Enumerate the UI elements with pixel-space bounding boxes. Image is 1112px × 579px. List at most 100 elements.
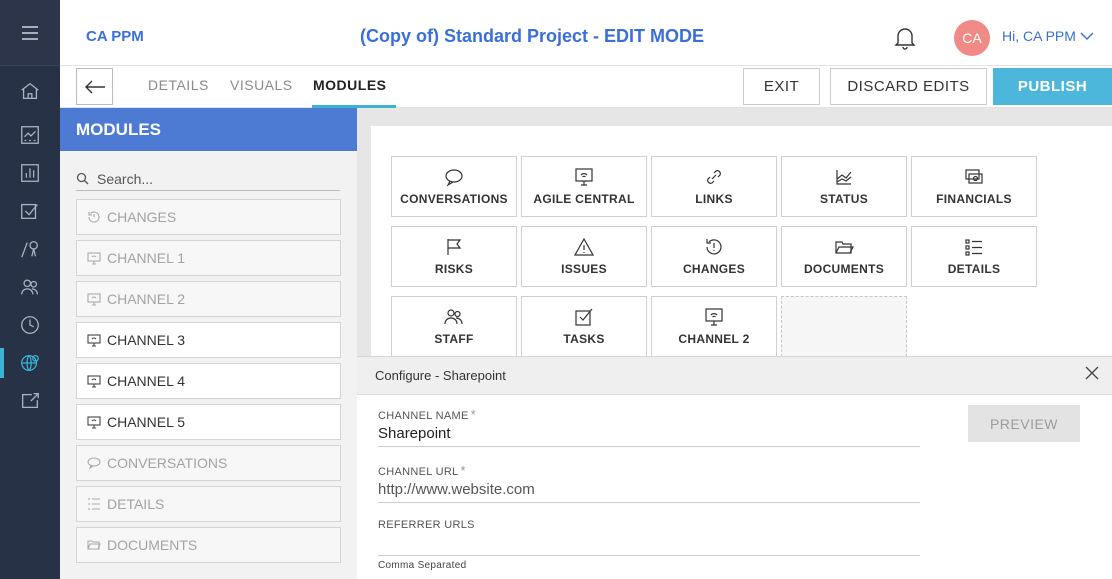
rail-item-export[interactable]	[0, 382, 60, 420]
greeting-text: Hi, CA PPM	[1002, 28, 1076, 44]
brand-name[interactable]: CA PPM	[86, 28, 144, 45]
tile-status[interactable]: STATUS	[781, 156, 907, 217]
channel-icon	[87, 375, 101, 388]
warning-icon	[574, 237, 594, 256]
channel-icon	[87, 252, 101, 265]
referrer-urls-field[interactable]	[378, 537, 920, 556]
globe-gear-icon	[21, 355, 39, 371]
tile-agile-central[interactable]: AGILE CENTRAL	[521, 156, 647, 217]
rail-item-resources[interactable]	[0, 268, 60, 306]
folder-icon	[835, 241, 854, 254]
tile-channel-2[interactable]: CHANNEL 2	[651, 296, 777, 357]
discard-edits-button[interactable]: DISCARD EDITS	[830, 68, 987, 105]
list-item[interactable]: CHANNEL 3	[76, 322, 341, 358]
referrer-urls-label: REFERRER URLS	[378, 519, 475, 531]
chart-icon	[836, 170, 852, 185]
monitor-wifi-icon	[575, 168, 593, 186]
rail-item-dashboard[interactable]	[0, 116, 60, 154]
menu-button[interactable]	[0, 0, 60, 66]
module-grid: CONVERSATIONS AGILE CENTRAL LINKS STATUS…	[371, 126, 1112, 376]
tile-documents[interactable]: DOCUMENTS	[781, 226, 907, 287]
modules-panel: MODULES Search... CHANGES CHANNEL 1 CHAN…	[60, 108, 357, 579]
documents-icon	[87, 540, 101, 550]
rail-item-tasks[interactable]	[0, 192, 60, 230]
module-list: CHANGES CHANNEL 1 CHANNEL 2 CHANNEL 3 CH…	[76, 199, 341, 568]
empty-slot[interactable]	[781, 296, 907, 357]
page-title: (Copy of) Standard Project - EDIT MODE	[360, 26, 705, 46]
channel-url-label: CHANNEL URL *	[378, 463, 466, 478]
left-rail	[0, 0, 60, 579]
close-icon	[1085, 366, 1099, 380]
list-item[interactable]: CHANNEL 2	[76, 281, 341, 317]
search-input[interactable]: Search...	[76, 167, 340, 191]
hamburger-icon	[22, 25, 38, 40]
channel-url-field[interactable]: http://www.website.com	[378, 481, 920, 503]
clock-icon	[21, 316, 39, 334]
channel-icon	[87, 416, 101, 429]
tile-staff[interactable]: STAFF	[391, 296, 517, 357]
dashboard-icon	[21, 126, 39, 144]
link-icon	[707, 170, 721, 184]
tab-details[interactable]: DETAILS	[148, 77, 209, 93]
tile-details[interactable]: DETAILS	[911, 226, 1037, 287]
list-item[interactable]: CHANGES	[76, 199, 341, 235]
arrow-left-icon	[84, 80, 105, 93]
rail-item-roadmap[interactable]	[0, 230, 60, 268]
channel-name-field[interactable]: Sharepoint	[378, 425, 920, 447]
channel-name-label: CHANNEL NAME *	[378, 407, 476, 422]
exit-button[interactable]: EXIT	[743, 68, 820, 105]
user-menu[interactable]: Hi, CA PPM	[1002, 28, 1094, 44]
notifications-button[interactable]	[894, 26, 916, 50]
speech-bubble-icon	[445, 169, 463, 187]
avatar[interactable]: CA	[954, 20, 990, 56]
search-icon	[76, 172, 89, 185]
tile-issues[interactable]: ISSUES	[521, 226, 647, 287]
tile-tasks[interactable]: TASKS	[521, 296, 647, 357]
changes-icon	[706, 239, 722, 255]
back-button[interactable]	[76, 68, 113, 105]
close-button[interactable]	[1084, 365, 1100, 381]
tab-modules[interactable]: MODULES	[313, 77, 387, 93]
tile-risks[interactable]: RISKS	[391, 226, 517, 287]
publish-button[interactable]: PUBLISH	[993, 68, 1112, 105]
search-placeholder: Search...	[97, 170, 154, 187]
configure-title: Configure - Sharepoint	[357, 357, 1112, 395]
details-icon	[88, 498, 100, 510]
list-item[interactable]: CONVERSATIONS	[76, 445, 341, 481]
list-item[interactable]: CHANNEL 4	[76, 363, 341, 399]
list-item[interactable]: CHANNEL 5	[76, 404, 341, 440]
rail-item-global[interactable]	[0, 344, 60, 382]
chevron-down-icon	[1080, 32, 1094, 40]
rail-item-home[interactable]	[0, 72, 60, 110]
list-item[interactable]: DETAILS	[76, 486, 341, 522]
people-icon	[21, 279, 38, 295]
location-icon	[21, 241, 38, 258]
bell-icon	[894, 28, 916, 50]
list-item[interactable]: DOCUMENTS	[76, 527, 341, 563]
home-icon	[21, 82, 39, 99]
list-item[interactable]: CHANNEL 1	[76, 240, 341, 276]
rail-item-timesheets[interactable]	[0, 306, 60, 344]
checkbox-icon	[21, 203, 38, 219]
money-icon	[965, 169, 983, 184]
channel-icon	[87, 334, 101, 347]
tab-visuals[interactable]: VISUALS	[230, 77, 293, 93]
tile-changes[interactable]: CHANGES	[651, 226, 777, 287]
flag-icon	[447, 239, 462, 255]
list-icon	[965, 239, 982, 256]
preview-button[interactable]: PREVIEW	[968, 405, 1080, 442]
configure-panel: Configure - Sharepoint CHANNEL NAME * Sha…	[357, 356, 1112, 579]
export-icon	[22, 393, 39, 409]
rail-item-analytics[interactable]	[0, 154, 60, 192]
edit-toolbar: DETAILS VISUALS MODULES EXIT DISCARD EDI…	[60, 66, 1112, 108]
tile-links[interactable]: LINKS	[651, 156, 777, 217]
people-icon	[444, 309, 463, 325]
referrer-hint: Comma Separated	[378, 560, 467, 571]
tile-financials[interactable]: FINANCIALS	[911, 156, 1037, 217]
required-marker: *	[460, 463, 466, 478]
tile-conversations[interactable]: CONVERSATIONS	[391, 156, 517, 217]
modules-heading: MODULES	[60, 108, 357, 151]
channel-icon	[87, 293, 101, 306]
monitor-wifi-icon	[705, 308, 723, 326]
required-marker: *	[470, 407, 476, 422]
